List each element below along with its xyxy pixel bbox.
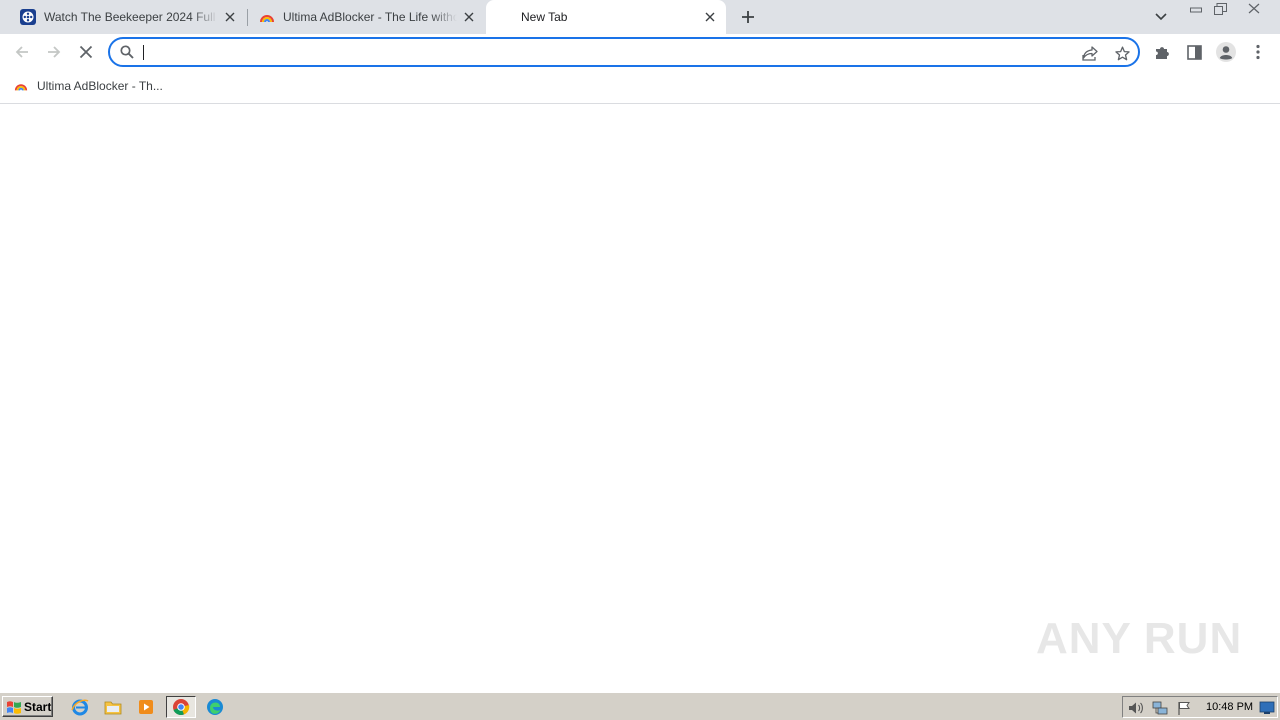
bookmarks-bar: Ultima AdBlocker - Th... bbox=[0, 70, 1280, 104]
tab-ultima-adblocker[interactable]: Ultima AdBlocker - The Life without Ads bbox=[247, 0, 485, 34]
chevron-down-icon bbox=[1155, 13, 1167, 21]
edge-icon bbox=[207, 699, 223, 715]
menu-button[interactable] bbox=[1244, 37, 1272, 67]
flag-icon[interactable] bbox=[1176, 700, 1192, 716]
chrome-icon bbox=[173, 699, 190, 716]
side-panel-button[interactable] bbox=[1179, 37, 1209, 67]
bookmark-star-button[interactable] bbox=[1112, 43, 1132, 63]
minimize-button[interactable] bbox=[1186, 1, 1206, 16]
restore-button[interactable] bbox=[1210, 1, 1230, 16]
watermark-right-text: RUN bbox=[1143, 614, 1243, 663]
media-player-icon bbox=[139, 700, 153, 714]
tab-close-icon[interactable] bbox=[222, 9, 238, 25]
forward-button[interactable] bbox=[39, 37, 69, 67]
address-bar[interactable] bbox=[108, 37, 1140, 67]
taskbar: Start 10:48 PM bbox=[0, 692, 1280, 720]
forward-arrow-icon bbox=[48, 46, 61, 58]
text-caret bbox=[143, 45, 144, 60]
share-icon bbox=[1082, 45, 1098, 61]
start-button[interactable]: Start bbox=[2, 696, 53, 717]
tab-close-icon[interactable] bbox=[702, 9, 718, 25]
taskbar-internet-explorer[interactable] bbox=[67, 696, 93, 718]
rainbow-icon bbox=[14, 79, 28, 93]
anyrun-watermark: ANY RUN bbox=[1036, 606, 1241, 672]
bookmark-ultima-adblocker[interactable]: Ultima AdBlocker - Th... bbox=[8, 75, 169, 97]
volume-icon[interactable] bbox=[1128, 700, 1144, 716]
window-close-button[interactable] bbox=[1240, 1, 1268, 16]
tab-new-tab[interactable]: New Tab bbox=[486, 0, 726, 34]
share-button[interactable] bbox=[1080, 43, 1100, 63]
taskbar-media-player[interactable] bbox=[133, 696, 159, 718]
tab-strip: Watch The Beekeeper 2024 Full HD Free Ul… bbox=[0, 0, 1280, 34]
tab-search-button[interactable] bbox=[1150, 6, 1172, 28]
minimize-icon bbox=[1190, 7, 1202, 12]
network-icon[interactable] bbox=[1152, 700, 1168, 716]
tab-title: Ultima AdBlocker - The Life without Ads bbox=[283, 10, 457, 24]
stop-loading-icon bbox=[79, 45, 93, 59]
profile-icon bbox=[1216, 42, 1236, 62]
tab-title: Watch The Beekeeper 2024 Full HD Free bbox=[44, 10, 218, 24]
watermark-left-text: ANY bbox=[1036, 614, 1132, 663]
extensions-icon bbox=[1156, 47, 1169, 59]
tab-beekeeper[interactable]: Watch The Beekeeper 2024 Full HD Free bbox=[8, 0, 246, 34]
star-icon bbox=[1114, 45, 1130, 60]
clock: 10:48 PM bbox=[1206, 701, 1254, 713]
plus-icon bbox=[742, 11, 754, 23]
restore-icon bbox=[1213, 2, 1227, 15]
bookmark-label: Ultima AdBlocker - Th... bbox=[37, 79, 163, 93]
start-label: Start bbox=[24, 699, 52, 714]
browser-toolbar bbox=[0, 34, 1280, 70]
menu-icon bbox=[1256, 44, 1260, 60]
windows-logo-icon bbox=[7, 700, 21, 714]
back-button[interactable] bbox=[7, 37, 37, 67]
taskbar-edge[interactable] bbox=[202, 696, 228, 718]
taskbar-explorer[interactable] bbox=[100, 696, 126, 718]
new-tab-button[interactable] bbox=[736, 5, 760, 29]
address-input[interactable] bbox=[142, 42, 1072, 62]
page-content bbox=[0, 104, 1280, 692]
show-desktop-icon[interactable] bbox=[1259, 700, 1275, 716]
side-panel-icon bbox=[1186, 44, 1202, 60]
stop-button[interactable] bbox=[71, 37, 101, 67]
taskbar-chrome[interactable] bbox=[166, 696, 196, 718]
tab-close-icon[interactable] bbox=[461, 9, 477, 25]
folder-icon bbox=[104, 701, 122, 715]
system-tray: 10:48 PM bbox=[1122, 696, 1278, 718]
film-reel-icon bbox=[20, 9, 36, 25]
profile-button[interactable] bbox=[1211, 37, 1241, 67]
close-icon bbox=[1248, 3, 1260, 14]
search-icon bbox=[120, 45, 134, 59]
tab-title: New Tab bbox=[521, 10, 568, 24]
rainbow-icon bbox=[259, 9, 275, 25]
back-arrow-icon bbox=[15, 46, 28, 58]
internet-explorer-icon bbox=[71, 699, 89, 716]
extensions-button[interactable] bbox=[1147, 37, 1177, 67]
